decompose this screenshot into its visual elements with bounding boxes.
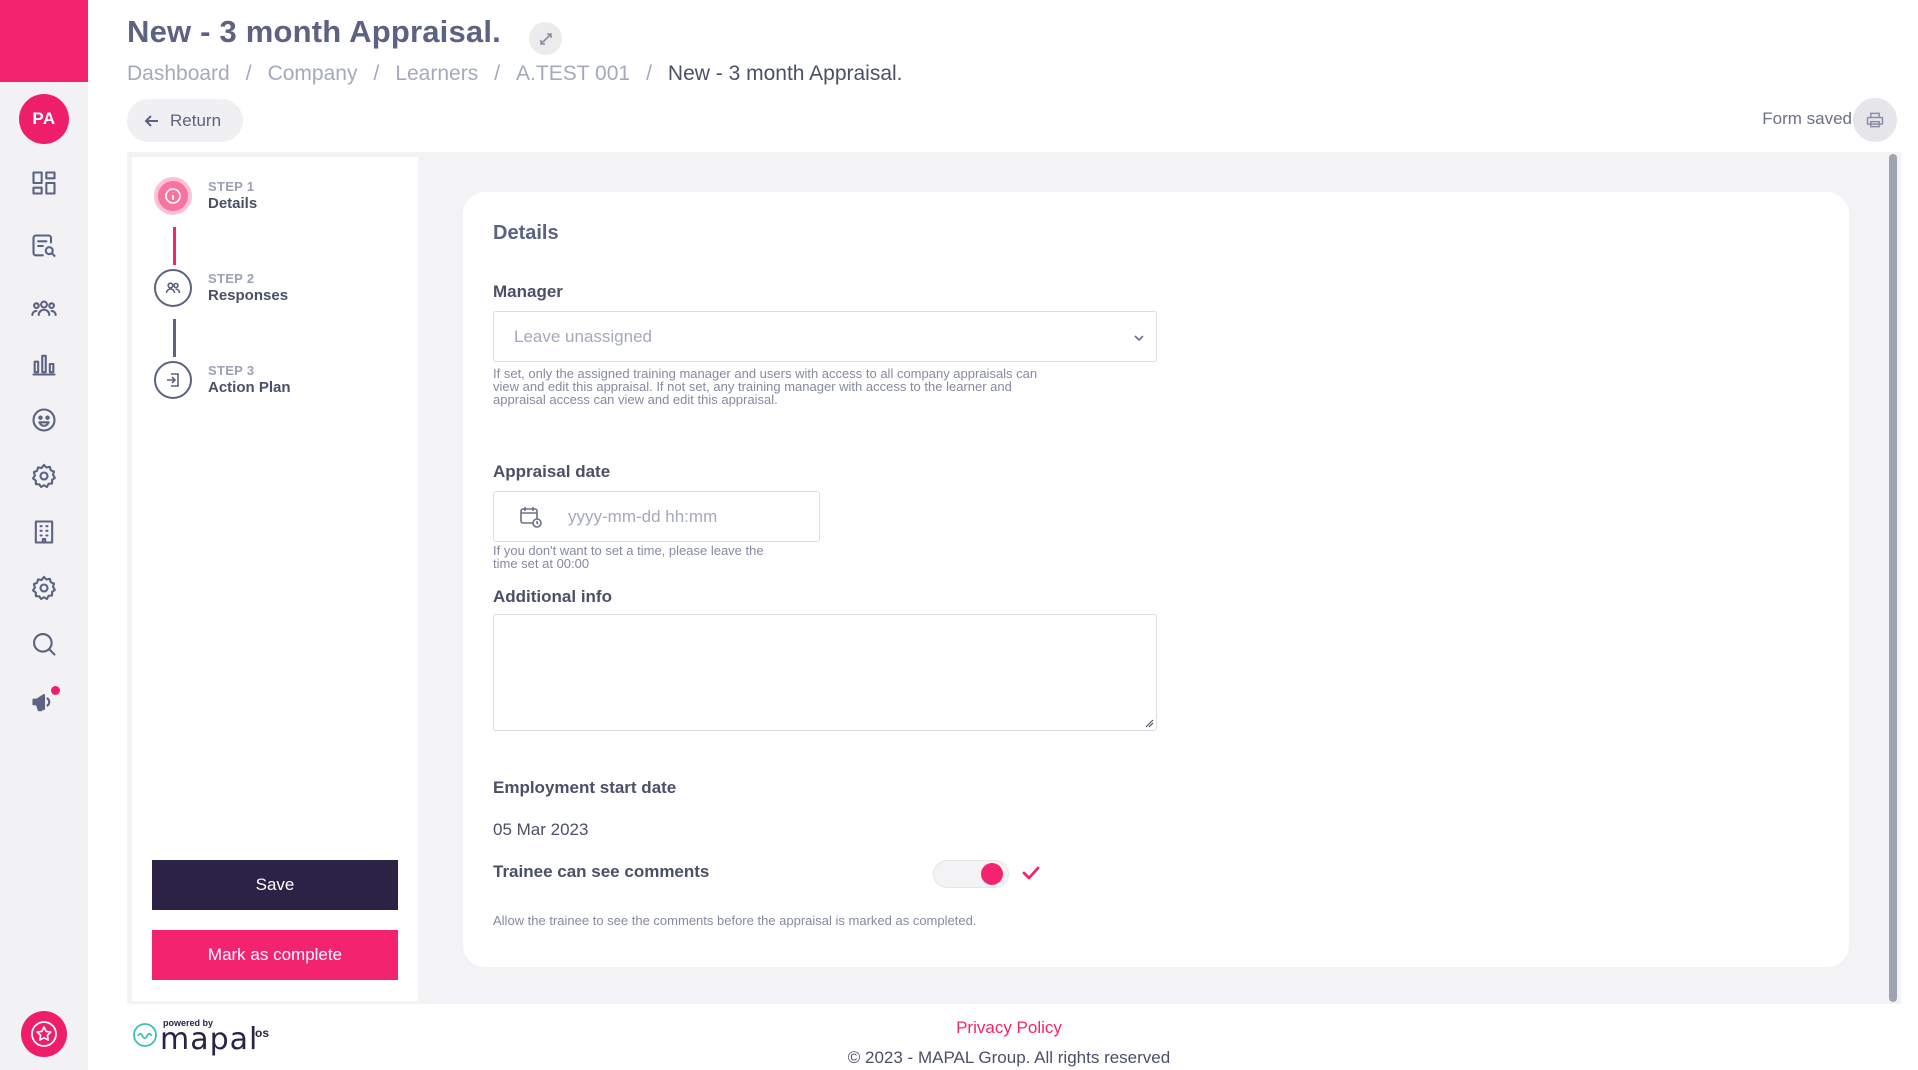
- chart-icon[interactable]: [28, 348, 60, 380]
- dashboard-icon[interactable]: [28, 167, 60, 199]
- date-placeholder: yyyy-mm-dd hh:mm: [568, 506, 718, 526]
- step-responses[interactable]: STEP 2 Responses: [154, 269, 288, 307]
- arrow-left-icon: [144, 114, 158, 127]
- step-details[interactable]: STEP 1 Details: [154, 177, 257, 215]
- expand-icon[interactable]: [529, 22, 562, 55]
- step-number: STEP 3: [208, 363, 255, 378]
- card-title: Details: [493, 222, 559, 244]
- toggle-knob: [981, 863, 1003, 885]
- mark-complete-button[interactable]: Mark as complete: [152, 930, 398, 980]
- info-icon: [154, 177, 192, 215]
- manager-help: If set, only the assigned training manag…: [493, 366, 1038, 407]
- return-label: Return: [170, 110, 222, 130]
- search-document-icon[interactable]: [28, 230, 60, 262]
- step-number: STEP 2: [208, 271, 255, 286]
- brand-block: [0, 0, 88, 82]
- sidebar: PA: [0, 0, 88, 1070]
- print-icon[interactable]: [1853, 98, 1897, 142]
- breadcrumb: Dashboard / Company / Learners / A.TEST 001…: [127, 62, 903, 86]
- people-icon: [154, 269, 192, 307]
- breadcrumb-current: New - 3 month Appraisal.: [667, 62, 903, 85]
- step-number: STEP 1: [208, 179, 255, 194]
- save-button[interactable]: Save: [152, 860, 398, 910]
- trainee-comments-toggle[interactable]: [933, 860, 1009, 888]
- scrollbar[interactable]: [1889, 154, 1897, 1002]
- save-status: Form saved: [1762, 109, 1852, 128]
- manager-label: Manager: [493, 282, 563, 301]
- search-icon[interactable]: [28, 628, 60, 660]
- manager-placeholder: Leave unassigned: [514, 326, 653, 346]
- settings-icon-2[interactable]: [28, 572, 60, 604]
- employment-start-value: 05 Mar 2023: [493, 820, 589, 839]
- step-label: Details: [208, 195, 258, 212]
- calendar-clock-icon: [520, 506, 542, 528]
- additional-info-textarea[interactable]: [493, 614, 1157, 731]
- appraisal-date-label: Appraisal date: [493, 462, 611, 481]
- additional-info-label: Additional info: [493, 587, 612, 606]
- resize-handle-icon[interactable]: [1144, 718, 1154, 728]
- breadcrumb-learner[interactable]: A.TEST 001: [516, 62, 630, 86]
- notification-dot: [51, 686, 60, 695]
- employment-start-label: Employment start date: [493, 778, 677, 797]
- chevron-down-icon: [1134, 335, 1144, 342]
- copyright-text: © 2023 - MAPAL Group. All rights reserve…: [847, 1048, 1171, 1067]
- megaphone-icon[interactable]: [28, 686, 60, 718]
- details-card: Details Manager Leave unassigned If set,…: [463, 192, 1849, 967]
- trainee-comments-label: Trainee can see comments: [493, 862, 710, 881]
- step-connector: [173, 227, 176, 265]
- page-title: New - 3 month Appraisal.: [127, 14, 501, 49]
- appraisal-date-input[interactable]: yyyy-mm-dd hh:mm: [493, 491, 820, 542]
- enter-icon: [154, 361, 192, 399]
- privacy-policy-link[interactable]: Privacy Policy: [0, 1018, 1918, 1038]
- settings-icon[interactable]: [28, 460, 60, 492]
- building-icon[interactable]: [28, 516, 60, 548]
- smiley-icon[interactable]: [28, 404, 60, 436]
- step-action-plan[interactable]: STEP 3 Action Plan: [154, 361, 291, 399]
- people-icon[interactable]: [28, 292, 60, 324]
- step-connector: [173, 319, 176, 357]
- step-label: Responses: [208, 287, 289, 304]
- breadcrumb-company[interactable]: Company: [268, 62, 358, 86]
- return-button[interactable]: Return: [127, 99, 243, 142]
- step-label: Action Plan: [208, 379, 291, 396]
- breadcrumb-learners[interactable]: Learners: [395, 62, 478, 86]
- manager-select[interactable]: Leave unassigned: [493, 311, 1157, 362]
- avatar[interactable]: PA: [19, 94, 69, 144]
- trainee-comments-help: Allow the trainee to see the comments be…: [493, 913, 977, 928]
- breadcrumb-dashboard[interactable]: Dashboard: [127, 62, 230, 86]
- appraisal-date-help: If you don't want to set a time, please …: [493, 543, 764, 571]
- check-icon: [1022, 866, 1040, 880]
